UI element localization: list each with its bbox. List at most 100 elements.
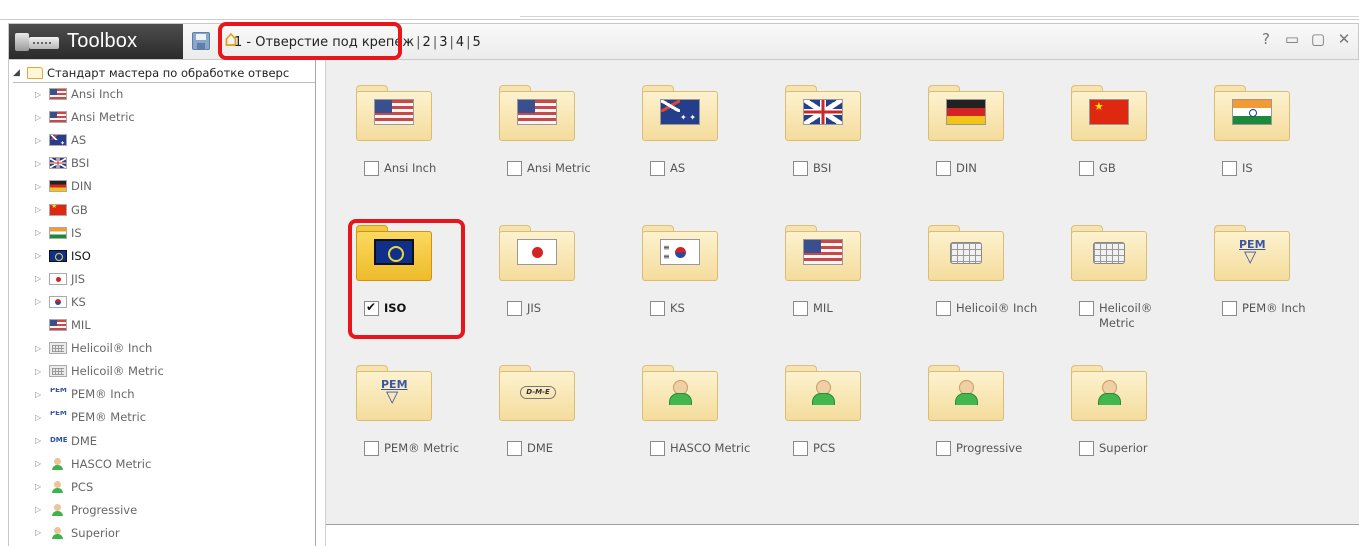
tree-item[interactable]: ▷ DME bbox=[9, 430, 97, 452]
expand-arrow-icon[interactable]: ▷ bbox=[35, 113, 49, 122]
folder-icon[interactable] bbox=[1214, 85, 1290, 141]
folder-icon[interactable] bbox=[499, 365, 575, 421]
restore-icon[interactable]: ▢ bbox=[1308, 30, 1328, 48]
tree-item[interactable]: ▷ Ansi Inch bbox=[9, 83, 123, 105]
folder-icon[interactable] bbox=[642, 225, 718, 281]
folder-icon[interactable] bbox=[928, 365, 1004, 421]
expand-arrow-icon[interactable]: ▷ bbox=[35, 482, 49, 491]
standard-checkbox[interactable] bbox=[793, 161, 808, 176]
expand-arrow-icon[interactable]: ▷ bbox=[35, 367, 49, 376]
tree-item[interactable]: ▷ GB bbox=[9, 199, 88, 221]
standard-checkbox[interactable] bbox=[507, 441, 522, 456]
tree-item[interactable]: ▷ IS bbox=[9, 222, 82, 244]
tree-item[interactable]: ▷MIL bbox=[9, 314, 91, 336]
standard-tile[interactable]: BSI bbox=[755, 60, 893, 200]
folder-icon[interactable] bbox=[785, 85, 861, 141]
folder-icon[interactable] bbox=[499, 225, 575, 281]
tree-item[interactable]: ▷ Helicoil® Inch bbox=[9, 337, 152, 359]
standard-checkbox[interactable] bbox=[507, 301, 522, 316]
help-icon[interactable]: ? bbox=[1256, 30, 1276, 48]
standard-tile[interactable]: KS bbox=[612, 200, 750, 340]
standard-tile[interactable]: Superior bbox=[1041, 340, 1179, 480]
save-icon[interactable] bbox=[192, 32, 210, 50]
toolbox-title-bar[interactable]: Toolbox bbox=[9, 24, 183, 59]
folder-icon[interactable] bbox=[642, 85, 718, 141]
standard-tile[interactable]: PEM® Metric bbox=[326, 340, 464, 480]
standard-tile[interactable]: Helicoil® Metric bbox=[1041, 200, 1179, 340]
expand-arrow-icon[interactable]: ▷ bbox=[35, 528, 49, 537]
standard-checkbox[interactable] bbox=[650, 301, 665, 316]
standard-tile[interactable]: HASCO Metric bbox=[612, 340, 750, 480]
standard-checkbox[interactable] bbox=[1079, 161, 1094, 176]
expand-arrow-icon[interactable]: ▷ bbox=[35, 436, 49, 445]
standard-checkbox[interactable] bbox=[936, 161, 951, 176]
folder-icon[interactable] bbox=[356, 85, 432, 141]
expand-arrow-icon[interactable]: ▷ bbox=[35, 413, 49, 422]
folder-icon[interactable] bbox=[642, 365, 718, 421]
tree-item[interactable]: ▷ Superior bbox=[9, 522, 120, 544]
tree-item[interactable]: ▷ AS bbox=[9, 129, 86, 151]
standard-tile[interactable]: DIN bbox=[898, 60, 1036, 200]
standard-tile[interactable]: Progressive bbox=[898, 340, 1036, 480]
tree-item[interactable]: ▷ Progressive bbox=[9, 499, 137, 521]
close-icon[interactable]: ✕ bbox=[1334, 30, 1354, 48]
folder-icon[interactable] bbox=[928, 225, 1004, 281]
standard-checkbox[interactable] bbox=[650, 161, 665, 176]
tree-item[interactable]: ▷ PEM® Inch bbox=[9, 383, 135, 405]
tab-4[interactable]: 4 bbox=[455, 35, 465, 50]
standard-checkbox[interactable] bbox=[364, 441, 379, 456]
standard-checkbox[interactable] bbox=[364, 161, 379, 176]
tree-item[interactable]: ▷ ISO bbox=[9, 245, 91, 267]
tree-item[interactable]: ▷ JIS bbox=[9, 268, 85, 290]
expand-arrow-icon[interactable]: ▷ bbox=[35, 274, 49, 283]
standard-tile[interactable]: Ansi Inch bbox=[326, 60, 464, 200]
expand-arrow-icon[interactable]: ▷ bbox=[35, 90, 49, 99]
expand-arrow-icon[interactable]: ▷ bbox=[35, 251, 49, 260]
standard-tile[interactable]: MIL bbox=[755, 200, 893, 340]
minimize-icon[interactable]: ▭ bbox=[1282, 30, 1302, 48]
standard-checkbox[interactable] bbox=[650, 441, 665, 456]
standard-tile[interactable]: PCS bbox=[755, 340, 893, 480]
standard-tile[interactable]: Helicoil® Inch bbox=[898, 200, 1037, 340]
tree-item[interactable]: ▷ DIN bbox=[9, 175, 92, 197]
standard-tile[interactable]: GB bbox=[1041, 60, 1179, 200]
standard-checkbox[interactable] bbox=[1079, 441, 1094, 456]
standard-tile[interactable]: JIS bbox=[469, 200, 607, 340]
expand-arrow-icon[interactable]: ▷ bbox=[35, 390, 49, 399]
tab-5[interactable]: 5 bbox=[472, 35, 482, 50]
standard-tile[interactable]: Ansi Metric bbox=[469, 60, 607, 200]
tree-item[interactable]: ▷ PCS bbox=[9, 476, 93, 498]
standard-checkbox[interactable] bbox=[1222, 301, 1237, 316]
folder-icon[interactable] bbox=[356, 365, 432, 421]
expand-arrow-icon[interactable]: ▷ bbox=[35, 505, 49, 514]
standard-tile[interactable]: PEM® Inch bbox=[1184, 200, 1322, 340]
expand-arrow-icon[interactable]: ▷ bbox=[35, 228, 49, 237]
tab-3[interactable]: 3 bbox=[438, 35, 448, 50]
tree-item[interactable]: ▷ KS bbox=[9, 291, 86, 313]
expand-arrow-icon[interactable]: ▷ bbox=[35, 159, 49, 168]
standard-tile[interactable]: AS bbox=[612, 60, 750, 200]
folder-icon[interactable] bbox=[1071, 85, 1147, 141]
standard-checkbox[interactable] bbox=[936, 441, 951, 456]
standard-tile[interactable]: DME bbox=[469, 340, 607, 480]
tree-item[interactable]: ▷ Helicoil® Metric bbox=[9, 360, 164, 382]
standard-checkbox[interactable] bbox=[1079, 301, 1094, 316]
folder-icon[interactable] bbox=[785, 225, 861, 281]
expand-arrow-icon[interactable]: ▷ bbox=[35, 182, 49, 191]
tree-root[interactable]: ◢ Стандарт мастера по обработке отверс bbox=[13, 63, 315, 83]
tree-item[interactable]: ▷ BSI bbox=[9, 152, 89, 174]
tree-item[interactable]: ▷ Ansi Metric bbox=[9, 106, 135, 128]
standard-checkbox[interactable] bbox=[936, 301, 951, 316]
folder-icon[interactable] bbox=[1214, 225, 1290, 281]
folder-icon[interactable] bbox=[928, 85, 1004, 141]
tree-item[interactable]: ▷ HASCO Metric bbox=[9, 453, 151, 475]
expand-arrow-icon[interactable]: ▷ bbox=[35, 459, 49, 468]
tree-item[interactable]: ▷ PEM® Metric bbox=[9, 406, 146, 428]
standard-checkbox[interactable] bbox=[793, 301, 808, 316]
folder-icon[interactable] bbox=[785, 365, 861, 421]
collapse-arrow-icon[interactable]: ◢ bbox=[13, 68, 27, 78]
folder-icon[interactable] bbox=[1071, 365, 1147, 421]
expand-arrow-icon[interactable]: ▷ bbox=[35, 136, 49, 145]
expand-arrow-icon[interactable]: ▷ bbox=[35, 344, 49, 353]
folder-icon[interactable] bbox=[499, 85, 575, 141]
